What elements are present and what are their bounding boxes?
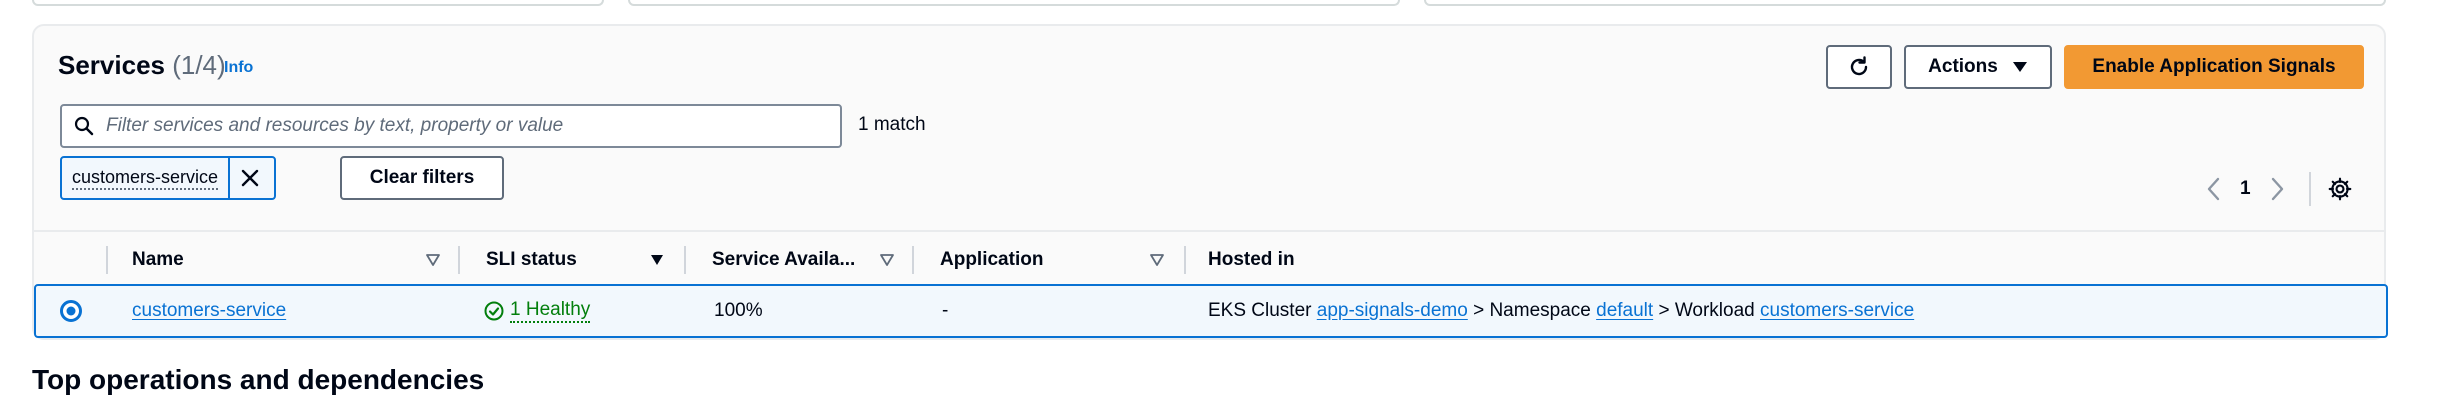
actions-label: Actions (1928, 56, 1998, 77)
refresh-button[interactable] (1826, 45, 1892, 89)
service-name-link[interactable]: customers-service (132, 300, 286, 322)
table-row[interactable]: customers-service 1 Healthy 100% - EKS C… (34, 284, 2388, 338)
sli-status-text[interactable]: 1 Healthy (510, 299, 591, 323)
status-success-icon (484, 301, 504, 321)
sort-icon[interactable] (426, 254, 440, 266)
services-heading: Services (1/4) (58, 50, 226, 81)
clear-filters-button[interactable]: Clear filters (340, 156, 504, 200)
search-input[interactable]: Filter services and resources by text, p… (60, 104, 842, 148)
cell-hosted-in: EKS Cluster app-signals-demo > Namespace… (1208, 286, 1914, 336)
workload-label: > Workload (1658, 300, 1755, 321)
namespace-link[interactable]: default (1596, 300, 1653, 322)
remove-filter-button[interactable] (230, 158, 270, 198)
info-link[interactable]: Info (224, 59, 253, 77)
cell-application: - (942, 300, 949, 321)
sort-descending-icon[interactable] (650, 254, 664, 266)
filter-token-label: customers-service (62, 158, 231, 198)
table-header: Name SLI status Service Availa... Applic… (34, 230, 2384, 286)
row-radio-selected[interactable] (60, 300, 82, 322)
enable-application-signals-button[interactable]: Enable Application Signals (2064, 45, 2364, 89)
current-page[interactable]: 1 (2240, 178, 2251, 200)
search-icon (74, 116, 94, 136)
pager-divider (2308, 172, 2311, 206)
hosted-prefix: EKS Cluster (1208, 300, 1312, 321)
column-header-hosted-in[interactable]: Hosted in (1208, 232, 1295, 288)
previous-page-icon[interactable] (2206, 177, 2222, 201)
column-separator (458, 246, 460, 274)
workload-link[interactable]: customers-service (1760, 300, 1914, 322)
column-separator (684, 246, 686, 274)
settings-gear-icon[interactable] (2327, 176, 2353, 202)
column-separator (912, 246, 914, 274)
cell-availability: 100% (714, 300, 763, 321)
sort-icon[interactable] (880, 254, 894, 266)
refresh-icon (1850, 56, 1868, 76)
sort-icon[interactable] (1150, 254, 1164, 266)
enable-label: Enable Application Signals (2092, 56, 2336, 77)
match-count: 1 match (858, 114, 926, 135)
next-page-icon[interactable] (2269, 177, 2285, 201)
column-separator (106, 246, 108, 274)
namespace-label: > Namespace (1473, 300, 1591, 321)
column-header-sli-status[interactable]: SLI status (486, 232, 577, 288)
filter-token: customers-service (60, 156, 276, 200)
search-placeholder: Filter services and resources by text, p… (106, 115, 564, 136)
panel-stub-left (32, 0, 604, 6)
services-title: Services (58, 50, 165, 80)
next-section-title: Top operations and dependencies (32, 364, 485, 395)
actions-button[interactable]: Actions (1904, 45, 2052, 89)
column-separator (1184, 246, 1186, 274)
cluster-link[interactable]: app-signals-demo (1317, 300, 1468, 322)
column-header-service-availability[interactable]: Service Availa... (712, 232, 855, 288)
caret-down-icon (2012, 62, 2027, 72)
column-header-application[interactable]: Application (940, 232, 1043, 288)
panel-stub-right (1424, 0, 2386, 6)
close-icon (241, 169, 259, 187)
cell-name: customers-service (132, 286, 286, 336)
pagination: 1 (2206, 172, 2353, 206)
services-count: (1/4) (172, 50, 226, 80)
panel-stub-middle (628, 0, 1400, 6)
cell-sli-status: 1 Healthy (484, 286, 591, 336)
clear-filters-label: Clear filters (369, 167, 475, 188)
column-header-name[interactable]: Name (132, 232, 184, 288)
